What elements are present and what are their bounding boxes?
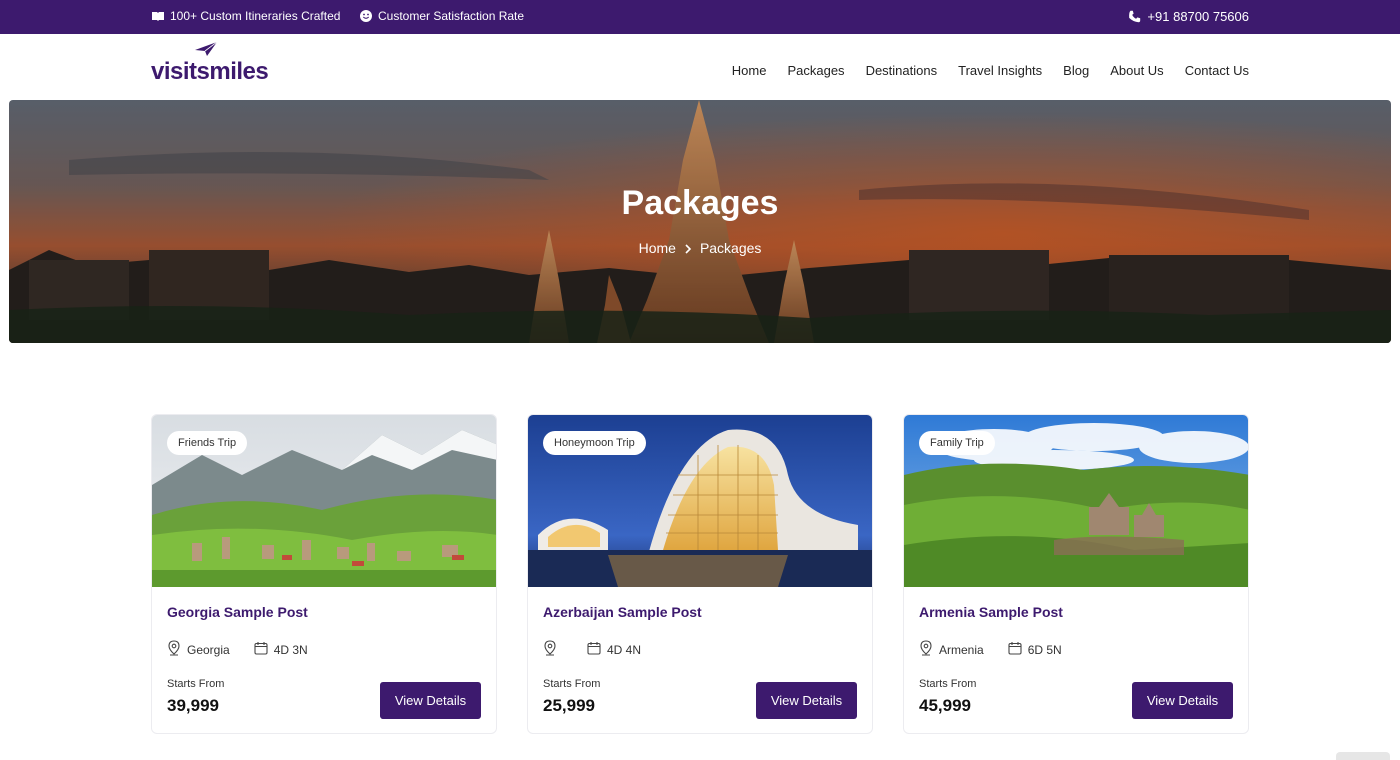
hero-banner: Packages Home Packages: [9, 100, 1391, 343]
package-title[interactable]: Georgia Sample Post: [167, 604, 308, 620]
phone-icon: [1128, 10, 1141, 23]
nav-travel-insights[interactable]: Travel Insights: [958, 63, 1042, 78]
trip-type-badge: Family Trip: [919, 431, 995, 455]
starts-from-label: Starts From: [919, 678, 977, 690]
map-pin-icon: [543, 640, 557, 659]
breadcrumb-current: Packages: [699, 240, 762, 256]
view-details-button[interactable]: View Details: [380, 682, 481, 719]
starts-from-label: Starts From: [167, 678, 225, 690]
nav-destinations[interactable]: Destinations: [866, 63, 938, 78]
breadcrumb: Home Packages: [9, 240, 1391, 258]
starts-from-label: Starts From: [543, 678, 601, 690]
calendar-icon: [254, 641, 268, 658]
package-price: 45,999: [919, 696, 971, 715]
logo-text: visitsmiles: [151, 58, 269, 85]
view-details-button[interactable]: View Details: [1132, 682, 1233, 719]
itineraries-text: 100+ Custom Itineraries Crafted: [170, 9, 341, 23]
trip-type-badge: Honeymoon Trip: [543, 431, 646, 455]
package-meta: Armenia 6D 5N: [919, 640, 1062, 659]
map-pin-icon: [919, 640, 933, 659]
map-pin-icon: [167, 640, 181, 659]
duration-text: 4D 4N: [607, 642, 642, 657]
duration-text: 4D 3N: [273, 642, 308, 657]
nav-home[interactable]: Home: [732, 63, 767, 78]
page-title: Packages: [621, 184, 779, 222]
package-title[interactable]: Armenia Sample Post: [919, 604, 1063, 620]
breadcrumb-home[interactable]: Home: [639, 240, 676, 258]
book-icon: [151, 10, 164, 23]
paper-plane-icon: [195, 42, 217, 56]
main-nav: Home Packages Destinations Travel Insigh…: [732, 63, 1249, 78]
itineraries-info: 100+ Custom Itineraries Crafted: [151, 9, 340, 23]
nav-contact-us[interactable]: Contact Us: [1185, 63, 1249, 78]
view-details-button[interactable]: View Details: [756, 682, 857, 719]
package-price: 39,999: [167, 696, 219, 715]
top-info-bar: 100+ Custom Itineraries Crafted Customer…: [0, 0, 1400, 34]
package-title[interactable]: Azerbaijan Sample Post: [543, 604, 702, 620]
phone-number[interactable]: +91 88700 75606: [1147, 9, 1249, 24]
site-logo[interactable]: visitsmiles: [151, 42, 281, 90]
chevron-right-icon: [684, 240, 692, 258]
trip-type-badge: Friends Trip: [167, 431, 248, 455]
satisfaction-text: Customer Satisfaction Rate: [378, 9, 525, 23]
package-price: 25,999: [543, 696, 595, 715]
package-meta: Georgia 4D 3N: [167, 640, 308, 659]
calendar-icon: [587, 641, 601, 658]
smile-icon: [359, 10, 372, 23]
phone-contact[interactable]: +91 88700 75606: [1128, 9, 1249, 24]
location-text: Georgia: [187, 642, 230, 657]
package-meta: 4D 4N: [543, 640, 641, 659]
nav-packages[interactable]: Packages: [787, 63, 844, 78]
satisfaction-info: Customer Satisfaction Rate: [359, 9, 524, 23]
nav-blog[interactable]: Blog: [1063, 63, 1089, 78]
location-text: Armenia: [939, 642, 984, 657]
scroll-to-top-button[interactable]: [1336, 752, 1390, 760]
package-card: Friends Trip Georgia Sample Post Georgia…: [151, 414, 497, 734]
calendar-icon: [1008, 641, 1022, 658]
package-card: Family Trip Armenia Sample Post Armenia …: [903, 414, 1249, 734]
duration-text: 6D 5N: [1027, 642, 1062, 657]
package-card: Honeymoon Trip Azerbaijan Sample Post 4D…: [527, 414, 873, 734]
site-header: visitsmiles Home Packages Destinations T…: [0, 34, 1400, 100]
nav-about-us[interactable]: About Us: [1110, 63, 1163, 78]
